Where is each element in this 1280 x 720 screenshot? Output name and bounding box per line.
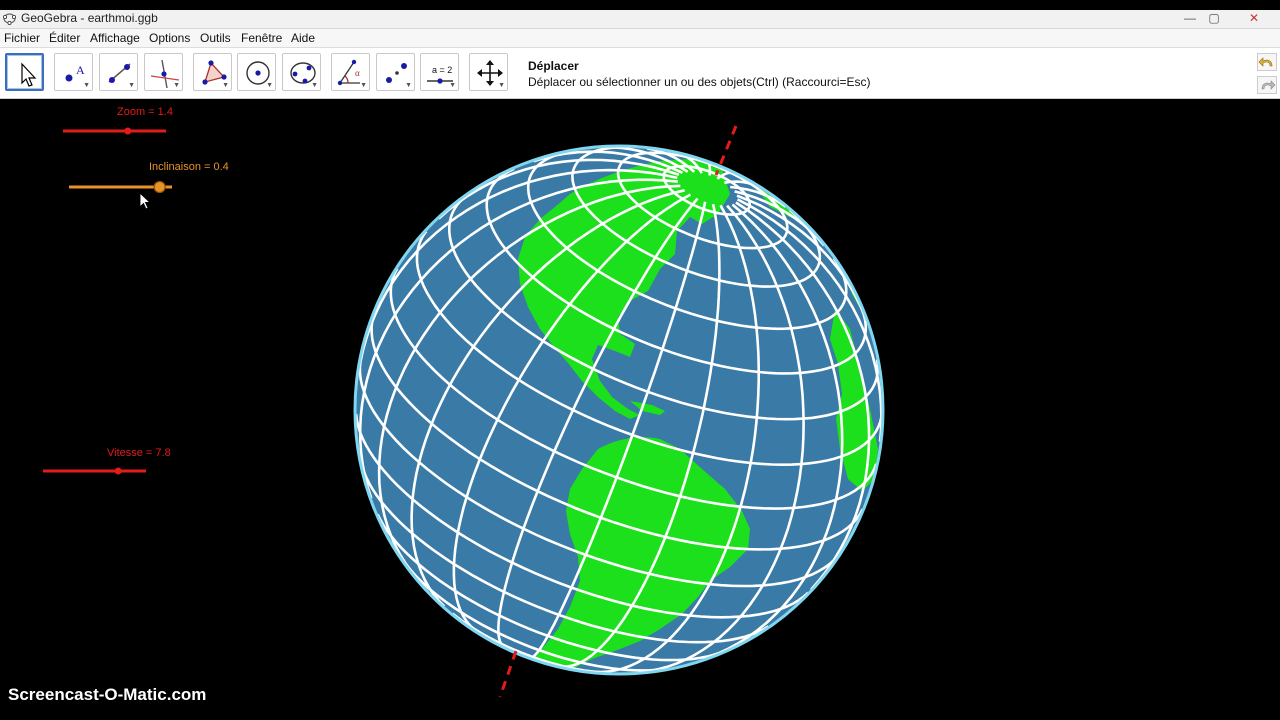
menu-bar: Fichier Éditer Affichage Options Outils … [0, 29, 1280, 48]
vitesse-slider[interactable] [40, 465, 150, 477]
reflect-tool-button[interactable]: ▼ [376, 53, 415, 91]
polygon-tool-button[interactable]: ▼ [193, 53, 232, 91]
menu-fenetre[interactable]: Fenêtre [241, 31, 282, 45]
rotation-axis-south [498, 650, 518, 698]
close-button[interactable]: ✕ [1243, 10, 1265, 26]
redo-icon [1261, 80, 1276, 90]
watermark-text: Screencast-O-Matic.com [8, 685, 207, 704]
point-tool-button[interactable]: A ▼ [54, 53, 93, 91]
dropdown-triangle-icon: ▼ [222, 82, 229, 89]
circle-tool-button[interactable]: ▼ [237, 53, 276, 91]
zoom-slider-label: Zoom = 1.4 [117, 106, 173, 118]
dropdown-triangle-icon: ▼ [266, 82, 273, 89]
undo-button[interactable] [1257, 53, 1277, 71]
conic-tool-button[interactable]: ▼ [282, 53, 321, 91]
dropdown-triangle-icon: ▼ [405, 82, 412, 89]
menu-aide[interactable]: Aide [291, 31, 315, 45]
perpendicular-line-tool-button[interactable]: ▼ [144, 53, 183, 91]
zoom-slider[interactable] [60, 125, 170, 137]
move-graphics-view-tool-button[interactable]: ▼ [469, 53, 508, 91]
window-title: GeoGebra - earthmoi.ggb [21, 11, 158, 25]
vitesse-slider-knob[interactable] [114, 467, 122, 475]
dropdown-triangle-icon: ▼ [173, 82, 180, 89]
window-titlebar: GeoGebra - earthmoi.ggb — ▢ ✕ [0, 10, 1280, 29]
earth-globe[interactable] [330, 119, 910, 709]
menu-fichier[interactable]: Fichier [4, 31, 40, 45]
menu-editer[interactable]: Éditer [49, 31, 80, 45]
minimize-button[interactable]: — [1179, 10, 1201, 26]
toolbar: A ▼ ▼ ▼ ▼ ▼ ▼ α ▼ ▼ a = 2 ▼ ▼ Déplacer D… [0, 48, 1280, 99]
line-tool-button[interactable]: ▼ [99, 53, 138, 91]
slider-tool-button[interactable]: a = 2 ▼ [420, 53, 459, 91]
svg-text:A: A [76, 63, 85, 77]
dropdown-triangle-icon: ▼ [498, 82, 505, 89]
inclinaison-slider-label: Inclinaison = 0.4 [149, 161, 229, 173]
zoom-slider-knob[interactable] [124, 127, 132, 135]
menu-options[interactable]: Options [149, 31, 190, 45]
redo-button[interactable] [1257, 76, 1277, 94]
active-tool-name: Déplacer [528, 59, 579, 73]
undo-icon [1258, 57, 1273, 67]
dropdown-triangle-icon: ▼ [360, 82, 367, 89]
graticule-line [707, 162, 712, 176]
inclinaison-slider[interactable] [66, 179, 178, 195]
slider-icon-text: a = 2 [432, 65, 452, 75]
vitesse-slider-label: Vitesse = 7.8 [107, 447, 171, 459]
dropdown-triangle-icon: ▼ [128, 82, 135, 89]
graphics-view[interactable]: Zoom = 1.4 Inclinaison = 0.4 Vitesse = 7… [0, 99, 1280, 720]
inclinaison-slider-knob[interactable] [153, 180, 166, 194]
menu-affichage[interactable]: Affichage [90, 31, 140, 45]
menu-outils[interactable]: Outils [200, 31, 231, 45]
active-tool-help: Déplacer ou sélectionner un ou des objet… [528, 75, 871, 89]
arrow-cursor-icon [21, 62, 37, 87]
dropdown-triangle-icon: ▼ [83, 82, 90, 89]
top-black-strip [0, 0, 1280, 10]
svg-text:α: α [355, 68, 360, 78]
geogebra-app-icon [3, 13, 16, 25]
dropdown-triangle-icon: ▼ [311, 82, 318, 89]
dropdown-triangle-icon: ▼ [449, 82, 456, 89]
angle-tool-button[interactable]: α ▼ [331, 53, 370, 91]
mouse-pointer-icon [139, 192, 152, 210]
move-tool-button[interactable] [5, 53, 44, 91]
maximize-button[interactable]: ▢ [1203, 10, 1225, 26]
